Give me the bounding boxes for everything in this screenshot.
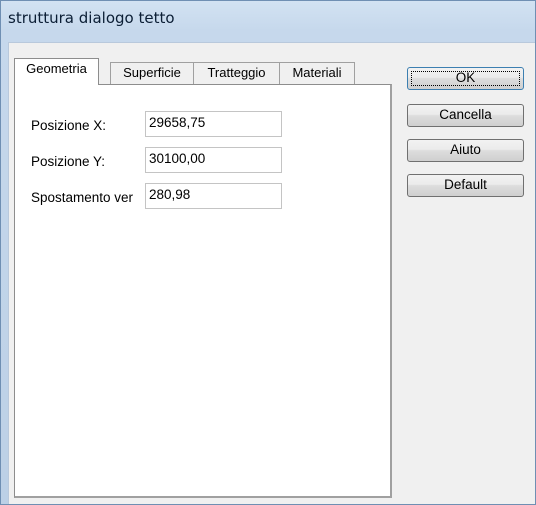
pos-y-field[interactable]: 30100,00 (145, 147, 282, 173)
cancel-button[interactable]: Cancella (407, 104, 524, 127)
tab-superficie[interactable]: Superficie (110, 62, 194, 84)
spostamento-label: Spostamento ver (31, 190, 134, 205)
tab-materiali[interactable]: Materiali (279, 62, 355, 84)
spostamento-field[interactable]: 280,98 (145, 183, 282, 209)
pos-x-label: Posizione X: (31, 118, 107, 133)
default-button[interactable]: Default (407, 174, 524, 197)
help-button[interactable]: Aiuto (407, 139, 524, 162)
pos-x-field[interactable]: 29658,75 (145, 111, 282, 137)
tab-geometria[interactable]: Geometria (14, 58, 99, 85)
tab-page-geometria: Posizione X: 29658,75 Posizione Y: 30100… (14, 84, 392, 498)
window-title: struttura dialogo tetto (8, 9, 175, 27)
pos-y-label: Posizione Y: (31, 154, 106, 169)
tab-tratteggio[interactable]: Tratteggio (193, 62, 280, 84)
ok-button[interactable]: OK (407, 67, 524, 90)
